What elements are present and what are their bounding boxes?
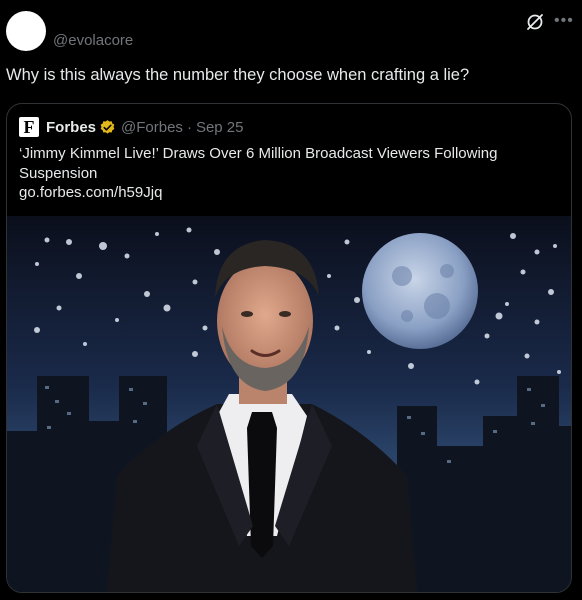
quote-image[interactable] bbox=[7, 216, 571, 592]
quote-headline: ‘Jimmy Kimmel Live!’ Draws Over 6 Millio… bbox=[19, 145, 498, 182]
quote-header: F Forbes @Forbes · Sep 25 bbox=[19, 116, 243, 138]
tweet-text: Why is this always the number they choos… bbox=[6, 66, 470, 84]
grok-icon[interactable] bbox=[525, 12, 545, 32]
quote-author-handle[interactable]: @Forbes bbox=[121, 119, 183, 136]
quoted-tweet[interactable]: F Forbes @Forbes · Sep 25 ‘Jimmy Kimmel … bbox=[6, 103, 572, 593]
quote-link[interactable]: go.forbes.com/h59Jjq bbox=[19, 184, 162, 201]
more-icon[interactable]: ••• bbox=[554, 12, 574, 30]
author-handle[interactable]: @evolacore bbox=[53, 32, 133, 49]
verified-badge-icon bbox=[100, 119, 115, 134]
avatar[interactable] bbox=[6, 11, 46, 51]
forbes-logo[interactable]: F bbox=[19, 117, 39, 137]
quote-date[interactable]: Sep 25 bbox=[196, 119, 244, 136]
quote-author-name[interactable]: Forbes bbox=[46, 119, 96, 136]
separator-dot: · bbox=[186, 118, 192, 136]
